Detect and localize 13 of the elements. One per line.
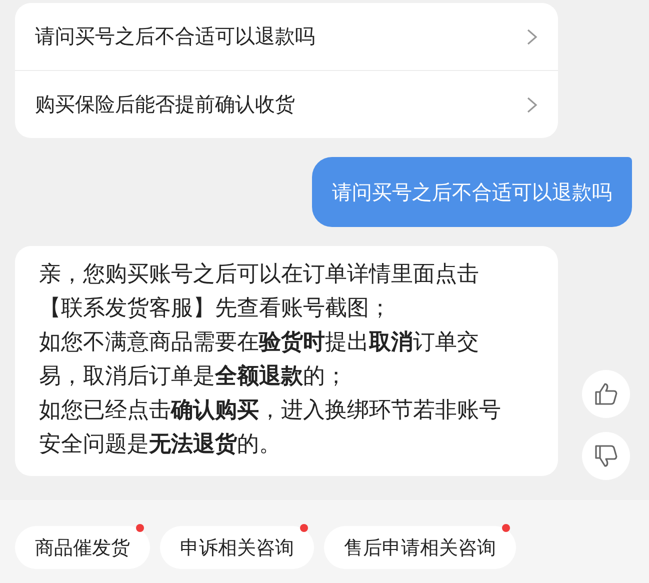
faq-item[interactable]: 请问买号之后不合适可以退款吗 (15, 3, 558, 71)
faq-item[interactable]: 购买保险后能否提前确认收货 (15, 71, 558, 138)
quick-reply-chip[interactable]: 商品催发货 (15, 526, 150, 569)
thumbs-up-icon (592, 380, 620, 408)
quick-reply-chip[interactable]: 售后申请相关咨询 (324, 526, 516, 569)
thumbs-down-button[interactable] (582, 432, 630, 480)
thumbs-up-button[interactable] (582, 370, 630, 418)
chevron-right-icon (526, 96, 538, 114)
chevron-right-icon (526, 28, 538, 46)
bot-message: 亲，您购买账号之后可以在订单详情里面点击 【联系发货客服】先查看账号截图； 如您不满意商品需要在验货时提出取消订单交 易，取消后订单是全额退款的； 如您已经点击确认购买，进入换绑环节若非账号 安全问题是无法退货的。 (15, 246, 558, 476)
user-message: 请问买号之后不合适可以退款吗 (312, 157, 632, 227)
thumbs-down-icon (592, 442, 620, 470)
quick-reply-chip[interactable]: 申诉相关咨询 (160, 526, 314, 569)
